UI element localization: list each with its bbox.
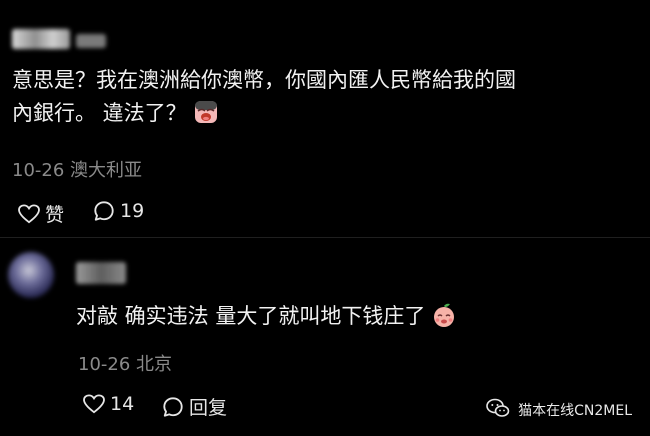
comment-meta: 10-26 北京 bbox=[78, 350, 172, 376]
wechat-icon bbox=[486, 398, 510, 422]
username-blurred-tail bbox=[76, 34, 106, 48]
crying-face-emoji bbox=[193, 99, 219, 135]
comment-bubble-icon bbox=[93, 200, 115, 222]
comment-text: 对敲 确实违法 量大了就叫地下钱庄了 bbox=[76, 300, 457, 338]
reply-button[interactable]: 回复 bbox=[162, 393, 227, 420]
reply-count: 19 bbox=[120, 200, 145, 222]
peach-face-emoji bbox=[431, 302, 457, 338]
username-blurred[interactable] bbox=[76, 262, 126, 284]
watermark: 猫本在线CN2MEL bbox=[486, 398, 632, 422]
heart-icon bbox=[18, 203, 40, 224]
comment-location: 澳大利亚 bbox=[70, 160, 143, 181]
like-count: 14 bbox=[110, 393, 135, 415]
comment-bubble-icon bbox=[162, 396, 184, 418]
like-label: 赞 bbox=[45, 204, 65, 226]
comment-text: 意思是？我在澳洲給你澳幣，你國內匯人民幣給我的國 內銀行。 違法了？ bbox=[12, 64, 516, 135]
comment-date: 10-26 bbox=[78, 354, 131, 375]
comment-meta: 10-26 澳大利亚 bbox=[12, 156, 142, 182]
heart-icon bbox=[83, 394, 105, 414]
comment-location: 北京 bbox=[136, 354, 173, 375]
comment-thread: 意思是？我在澳洲給你澳幣，你國內匯人民幣給我的國 內銀行。 違法了？ 10-26… bbox=[0, 0, 650, 436]
watermark-text: 猫本在线CN2MEL bbox=[518, 403, 632, 419]
reply-label: 回复 bbox=[189, 397, 228, 419]
comment-text-body: 对敲 确实违法 量大了就叫地下钱庄了 bbox=[76, 304, 426, 328]
reply-button[interactable]: 19 bbox=[93, 200, 144, 222]
avatar[interactable] bbox=[8, 252, 54, 298]
like-button[interactable]: 14 bbox=[83, 393, 134, 415]
comment-text-line2: 內銀行。 違法了？ bbox=[12, 101, 187, 125]
divider bbox=[0, 237, 650, 238]
username-blurred[interactable] bbox=[12, 29, 70, 49]
comment-date: 10-26 bbox=[12, 160, 65, 181]
like-button[interactable]: 赞 bbox=[18, 200, 64, 227]
comment-text-line1: 意思是？我在澳洲給你澳幣，你國內匯人民幣給我的國 bbox=[12, 68, 516, 92]
